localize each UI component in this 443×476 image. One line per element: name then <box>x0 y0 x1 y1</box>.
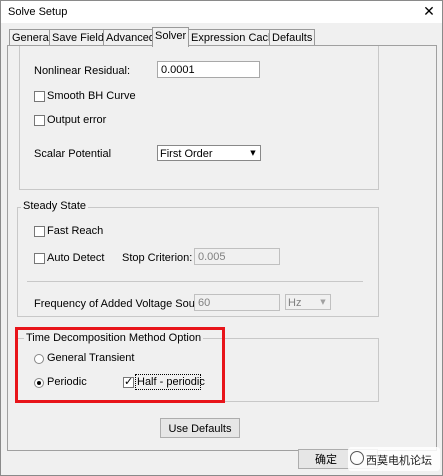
tab-solver[interactable]: Solver <box>152 27 190 47</box>
steady-state-divider <box>27 281 363 282</box>
auto-detect-label: Auto Detect <box>47 252 105 264</box>
frequency-unit-select[interactable]: Hz ▼ <box>285 294 331 310</box>
frequency-unit-value: Hz <box>288 297 302 309</box>
tab-advanced[interactable]: Advanced <box>103 29 158 46</box>
frequency-label: Frequency of Added Voltage Source <box>34 298 211 310</box>
close-icon[interactable]: ✕ <box>415 1 443 23</box>
fast-reach-checkbox[interactable] <box>34 226 45 237</box>
highlight-annotation-box <box>15 327 225 403</box>
use-defaults-button[interactable]: Use Defaults <box>160 418 240 438</box>
stop-criterion-label: Stop Criterion: <box>122 252 193 264</box>
output-error-label: Output error <box>47 114 107 126</box>
scalar-potential-label: Scalar Potential <box>34 148 112 160</box>
tab-defaults[interactable]: Defaults <box>269 29 316 46</box>
dialog-title: Solve Setup <box>8 6 68 18</box>
watermark-text: 西莫电机论坛 <box>366 455 432 467</box>
chevron-down-icon: ▼ <box>320 298 326 306</box>
tab-general[interactable]: General <box>9 29 55 46</box>
nonlinear-residual-label: Nonlinear Residual: <box>34 65 130 77</box>
fast-reach-label: Fast Reach <box>47 225 104 237</box>
stop-criterion-input[interactable]: 0.005 <box>194 248 280 265</box>
title-bar: Solve Setup ✕ <box>1 1 442 23</box>
steady-state-group-label: Steady State <box>21 200 88 212</box>
scalar-potential-value: First Order <box>160 148 213 160</box>
frequency-input[interactable]: 60 <box>194 294 280 311</box>
nonlinear-residual-input[interactable]: 0.0001 <box>157 61 260 78</box>
auto-detect-checkbox[interactable] <box>34 253 45 264</box>
smooth-bh-checkbox[interactable] <box>34 91 45 102</box>
wechat-logo-icon <box>350 451 364 465</box>
watermark: 西莫电机论坛 <box>348 447 440 471</box>
chevron-down-icon: ▼ <box>250 149 256 157</box>
smooth-bh-label: Smooth BH Curve <box>47 90 136 102</box>
ok-button-label: 确定 <box>315 454 337 466</box>
scalar-potential-select[interactable]: First Order ▼ <box>157 145 261 161</box>
output-error-checkbox[interactable] <box>34 115 45 126</box>
